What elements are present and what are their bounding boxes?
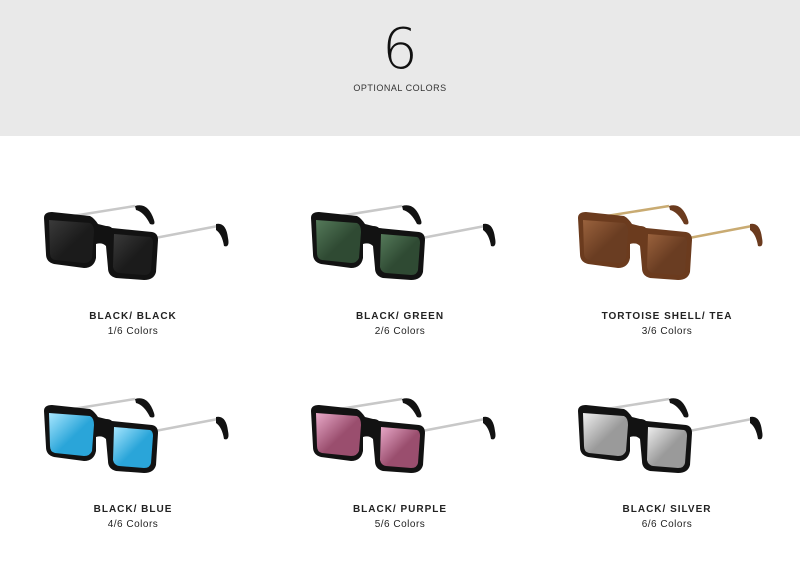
product-card-6[interactable]: BLACK/ SILVER 6/6 Colors <box>534 329 800 530</box>
product-card-3[interactable]: TORTOISE SHELL/ TEA 3/6 Colors <box>534 136 800 337</box>
back-temple-tip <box>669 205 689 225</box>
product-variant: 4/6 Colors <box>107 519 159 530</box>
back-temple-tip <box>669 398 689 418</box>
right-lens <box>380 234 420 275</box>
right-lens <box>647 234 687 275</box>
product-card-5[interactable]: BLACK/ PURPLE 5/6 Colors <box>267 329 533 530</box>
color-count: 6 <box>382 17 418 82</box>
right-lens <box>647 427 687 468</box>
left-lens <box>316 413 361 456</box>
product-grid: BLACK/ BLACK 1/6 Colors BLACK/ GREEN 2/6… <box>0 136 800 571</box>
back-temple-tip <box>402 205 422 225</box>
front-temple-tip <box>750 223 763 247</box>
back-temple-tip <box>135 205 155 225</box>
right-lens <box>380 427 420 468</box>
front-temple-tip <box>483 223 496 247</box>
sunglasses-image <box>578 204 763 280</box>
product-card-1[interactable]: BLACK/ BLACK 1/6 Colors <box>0 136 266 337</box>
left-lens <box>316 220 361 263</box>
back-temple-tip <box>135 398 155 418</box>
product-card-2[interactable]: BLACK/ GREEN 2/6 Colors <box>267 136 533 337</box>
front-temple <box>421 224 486 240</box>
sunglasses-image <box>311 397 496 473</box>
sunglasses-image <box>578 397 763 473</box>
front-temple-tip <box>483 416 496 440</box>
left-lens <box>49 220 94 263</box>
front-temple-tip <box>216 416 229 440</box>
sunglasses-image <box>44 397 229 473</box>
product-variant: 5/6 Colors <box>374 519 426 530</box>
front-temple <box>688 417 753 433</box>
front-temple <box>421 417 486 433</box>
left-lens <box>49 413 94 456</box>
front-temple <box>154 417 219 433</box>
product-name: TORTOISE SHELL/ TEA <box>601 311 733 322</box>
left-lens <box>583 413 628 456</box>
sunglasses-image <box>44 204 229 280</box>
front-temple <box>154 224 219 240</box>
front-temple <box>688 224 753 240</box>
sunglasses-image <box>311 204 496 280</box>
product-variant: 6/6 Colors <box>641 519 693 530</box>
product-name: BLACK/ BLACK <box>89 311 177 322</box>
product-card-4[interactable]: BLACK/ BLUE 4/6 Colors <box>0 329 266 530</box>
header-band: 6 OPTIONAL COLORS <box>0 0 800 136</box>
product-name: BLACK/ SILVER <box>622 504 712 515</box>
right-lens <box>113 427 153 468</box>
front-temple-tip <box>216 223 229 247</box>
product-name: BLACK/ BLUE <box>93 504 173 515</box>
product-name: BLACK/ GREEN <box>355 311 445 322</box>
left-lens <box>583 220 628 263</box>
optional-colors-label: OPTIONAL COLORS <box>353 83 447 93</box>
back-temple-tip <box>402 398 422 418</box>
product-name: BLACK/ PURPLE <box>352 504 448 515</box>
front-temple-tip <box>750 416 763 440</box>
right-lens <box>113 234 153 275</box>
